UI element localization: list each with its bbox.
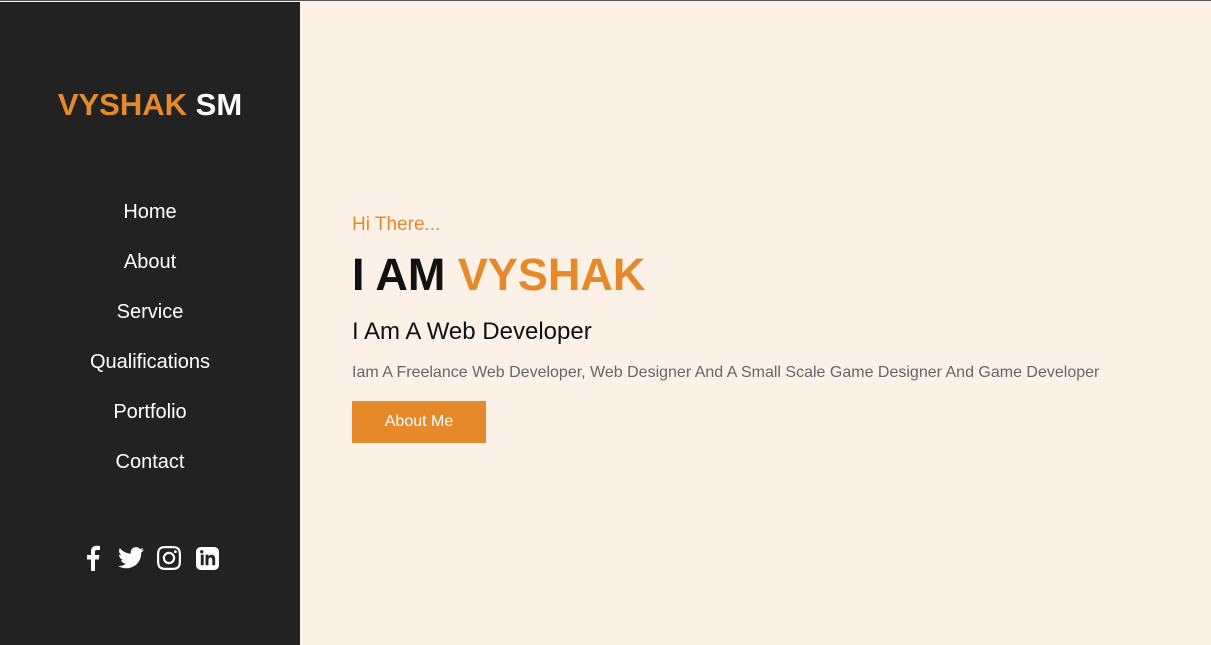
about-me-button[interactable]: About Me (352, 401, 486, 443)
instagram-icon[interactable] (156, 545, 182, 571)
site-logo[interactable]: VYSHAK SM (0, 87, 300, 123)
twitter-icon[interactable] (118, 545, 144, 571)
hero-description: Iam A Freelance Web Developer, Web Desig… (352, 364, 1100, 381)
nav-link-home[interactable]: Home (123, 197, 176, 227)
hero-section: Hi There... I AM VYSHAK I Am A Web Devel… (300, 2, 1211, 645)
logo-first-name: VYSHAK (57, 87, 188, 122)
social-links (0, 545, 300, 571)
nav-item-qualifications: Qualifications (0, 347, 300, 397)
nav-item-service: Service (0, 297, 300, 347)
nav-item-about: About (0, 247, 300, 297)
linkedin-icon[interactable] (194, 545, 220, 571)
headline-name: VYSHAK (457, 249, 646, 300)
hero-subtitle: I Am A Web Developer (352, 318, 592, 345)
main-nav: Home About Service Qualifications Portfo… (0, 197, 300, 497)
nav-item-portfolio: Portfolio (0, 397, 300, 447)
hero-headline: I AM VYSHAK (352, 250, 645, 300)
nav-item-contact: Contact (0, 447, 300, 497)
nav-link-contact[interactable]: Contact (116, 447, 185, 477)
facebook-icon[interactable] (80, 545, 106, 571)
sidebar: VYSHAK SM Home About Service Qualificati… (0, 2, 300, 645)
nav-link-portfolio[interactable]: Portfolio (113, 397, 186, 427)
nav-link-qualifications[interactable]: Qualifications (90, 347, 210, 377)
nav-link-service[interactable]: Service (117, 297, 184, 327)
headline-prefix: I AM (352, 249, 446, 300)
logo-last-name: SM (195, 87, 243, 122)
nav-item-home: Home (0, 197, 300, 247)
hero-greeting: Hi There... (352, 214, 441, 235)
nav-link-about[interactable]: About (124, 247, 176, 277)
